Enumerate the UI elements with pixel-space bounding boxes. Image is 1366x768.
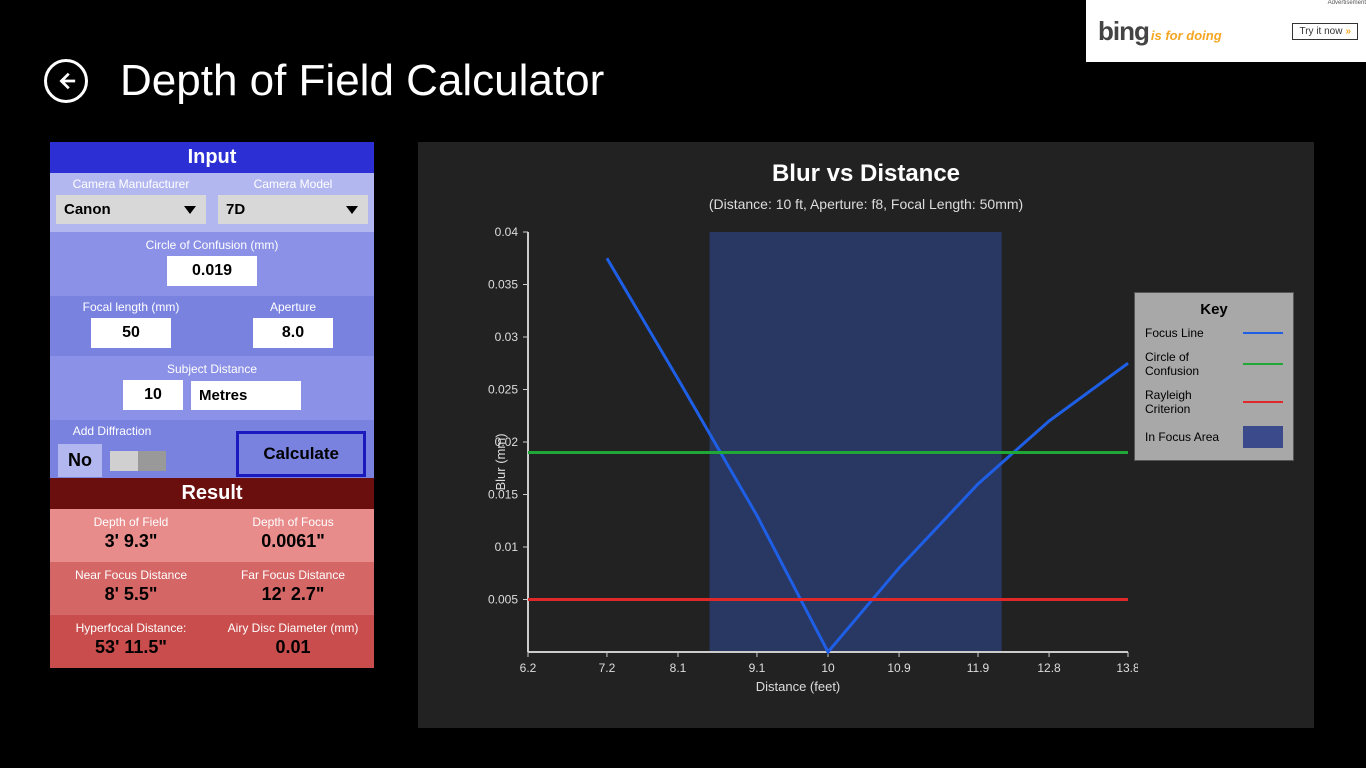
focal-label: Focal length (mm)	[56, 300, 206, 314]
legend-item: Rayleigh Criterion	[1145, 388, 1283, 416]
model-select[interactable]: 7D	[218, 195, 368, 224]
diffraction-label: Add Diffraction	[58, 424, 166, 438]
result-cell: Near Focus Distance 8' 5.5"	[50, 562, 212, 615]
result-value: 53' 11.5"	[54, 637, 208, 658]
svg-text:10: 10	[821, 661, 835, 675]
coc-label: Circle of Confusion (mm)	[50, 238, 374, 252]
bing-logo: bing is for doing	[1098, 16, 1222, 47]
legend-swatch	[1243, 401, 1283, 403]
legend-item: In Focus Area	[1145, 426, 1283, 448]
result-value: 8' 5.5"	[54, 584, 208, 605]
calculate-button[interactable]: Calculate	[236, 431, 366, 477]
result-cell: Airy Disc Diameter (mm) 0.01	[212, 615, 374, 668]
chart-svg: 0.0050.010.0150.020.0250.030.0350.046.27…	[458, 222, 1138, 702]
legend-item: Focus Line	[1145, 326, 1283, 340]
svg-text:0.01: 0.01	[495, 540, 519, 554]
page-title: Depth of Field Calculator	[120, 56, 604, 106]
result-panel-title: Result	[50, 478, 374, 509]
result-label: Hyperfocal Distance:	[54, 621, 208, 635]
ad-label: Advertisement	[1328, 0, 1366, 6]
legend-swatch	[1243, 363, 1283, 365]
svg-text:8.1: 8.1	[670, 661, 687, 675]
result-label: Airy Disc Diameter (mm)	[216, 621, 370, 635]
svg-text:0.005: 0.005	[488, 593, 518, 607]
try-it-label: Try it now	[1299, 26, 1342, 37]
svg-text:11.9: 11.9	[967, 661, 990, 675]
result-label: Near Focus Distance	[54, 568, 208, 582]
legend-label: Rayleigh Criterion	[1145, 388, 1235, 416]
svg-text:13.8: 13.8	[1116, 661, 1138, 675]
input-panel: Input Camera Manufacturer Canon Camera M…	[50, 142, 374, 487]
bing-tagline: is for doing	[1151, 28, 1222, 43]
result-label: Depth of Focus	[216, 515, 370, 529]
manufacturer-label: Camera Manufacturer	[56, 177, 206, 191]
coc-input[interactable]	[167, 256, 257, 286]
result-cell: Depth of Field 3' 9.3"	[50, 509, 212, 562]
svg-text:0.03: 0.03	[495, 330, 519, 344]
diffraction-value: No	[58, 444, 102, 477]
result-panel: Result Depth of Field 3' 9.3" Depth of F…	[50, 478, 374, 668]
focal-input[interactable]	[91, 318, 171, 348]
result-cell: Hyperfocal Distance: 53' 11.5"	[50, 615, 212, 668]
input-panel-title: Input	[50, 142, 374, 173]
result-label: Far Focus Distance	[216, 568, 370, 582]
distance-input[interactable]	[123, 380, 183, 410]
result-value: 0.01	[216, 637, 370, 658]
svg-text:0.035: 0.035	[488, 278, 518, 292]
diffraction-toggle[interactable]	[110, 451, 166, 471]
model-label: Camera Model	[218, 177, 368, 191]
bing-word: bing	[1098, 16, 1149, 47]
toggle-knob	[110, 451, 138, 471]
legend-label: In Focus Area	[1145, 430, 1235, 444]
result-value: 3' 9.3"	[54, 531, 208, 552]
distance-label: Subject Distance	[50, 362, 374, 376]
chart-xlabel: Distance (feet)	[756, 679, 841, 694]
try-it-button[interactable]: Try it now »	[1292, 23, 1358, 40]
back-button[interactable]	[44, 59, 88, 103]
svg-text:10.9: 10.9	[887, 661, 911, 675]
distance-unit-select[interactable]: Metres	[191, 381, 301, 410]
chart-plot: 0.0050.010.0150.020.0250.030.0350.046.27…	[458, 222, 1138, 702]
legend-item: Circle of Confusion	[1145, 350, 1283, 378]
svg-text:9.1: 9.1	[749, 661, 766, 675]
back-arrow-icon	[55, 70, 77, 92]
result-cell: Depth of Focus 0.0061"	[212, 509, 374, 562]
svg-text:0.04: 0.04	[495, 225, 519, 239]
result-value: 0.0061"	[216, 531, 370, 552]
svg-text:12.8: 12.8	[1037, 661, 1061, 675]
result-cell: Far Focus Distance 12' 2.7"	[212, 562, 374, 615]
result-label: Depth of Field	[54, 515, 208, 529]
arrow-icon: »	[1345, 26, 1351, 37]
legend-label: Circle of Confusion	[1145, 350, 1235, 378]
chart-ylabel: Blur (mm)	[493, 433, 508, 490]
page-header: Depth of Field Calculator	[44, 56, 604, 106]
svg-text:0.025: 0.025	[488, 383, 518, 397]
legend-title: Key	[1145, 301, 1283, 318]
svg-text:6.2: 6.2	[520, 661, 537, 675]
chart-legend: Key Focus Line Circle of Confusion Rayleig…	[1134, 292, 1294, 461]
chart-title: Blur vs Distance	[418, 160, 1314, 188]
aperture-input[interactable]	[253, 318, 333, 348]
legend-swatch	[1243, 332, 1283, 334]
legend-swatch	[1243, 426, 1283, 448]
chart-panel: Blur vs Distance (Distance: 10 ft, Apert…	[418, 142, 1314, 728]
legend-label: Focus Line	[1145, 326, 1235, 340]
aperture-label: Aperture	[218, 300, 368, 314]
ad-banner: Advertisement bing is for doing Try it n…	[1086, 0, 1366, 62]
result-value: 12' 2.7"	[216, 584, 370, 605]
svg-text:7.2: 7.2	[599, 661, 616, 675]
chart-subtitle: (Distance: 10 ft, Aperture: f8, Focal Le…	[418, 196, 1314, 212]
manufacturer-select[interactable]: Canon	[56, 195, 206, 224]
